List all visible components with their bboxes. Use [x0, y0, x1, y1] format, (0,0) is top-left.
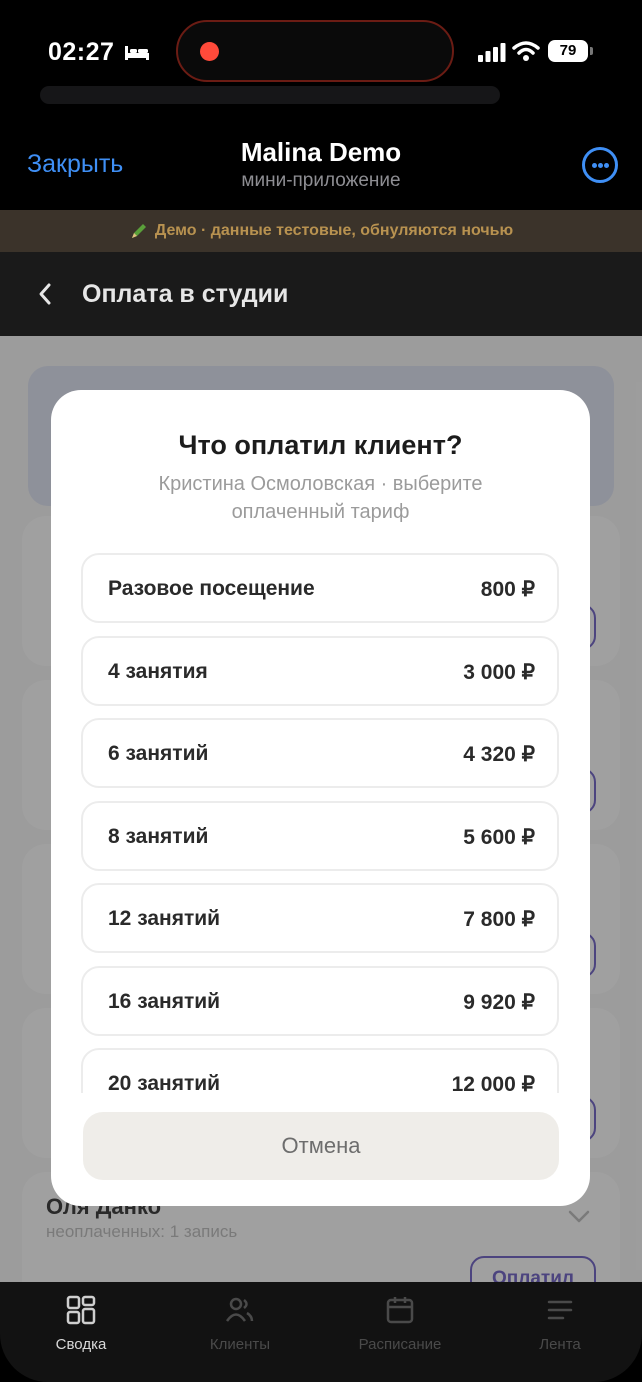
tariff-option[interactable]: 20 занятий 12 000 ₽ — [81, 1048, 559, 1093]
tariff-price: 800 ₽ — [480, 578, 535, 601]
tariff-price: 7 800 ₽ — [463, 908, 535, 931]
tariff-price: 4 320 ₽ — [463, 743, 535, 766]
nav-item-feed[interactable]: Лента — [490, 1294, 630, 1353]
recording-indicator-icon — [200, 42, 219, 61]
back-chevron-icon[interactable] — [36, 282, 54, 306]
nav-label: Клиенты — [209, 1336, 271, 1353]
tariff-name: 6 занятий — [108, 742, 209, 765]
app-title: Malina Demo — [240, 137, 402, 167]
battery-indicator: 79 — [548, 40, 593, 62]
more-dot-icon — [592, 163, 597, 168]
more-dot-icon — [598, 163, 603, 168]
page-header: Оплата в студии — [0, 252, 642, 336]
chevron-down-icon[interactable] — [568, 1210, 590, 1224]
sleep-mode-icon — [125, 46, 149, 60]
tariff-price: 9 920 ₽ — [463, 990, 535, 1014]
tariff-name: 8 занятий — [108, 824, 209, 848]
modal-title: Что оплатил клиент? — [178, 430, 463, 460]
tariff-option[interactable]: 4 занятия 3 000 ₽ — [81, 635, 559, 706]
demo-banner-text: Демо · данные тестовые, обнуляются ночью — [154, 222, 514, 239]
demo-banner: Демо · данные тестовые, обнуляются ночью — [0, 210, 642, 252]
nav-label: Сводка — [55, 1336, 107, 1353]
feed-icon — [547, 1300, 573, 1320]
tariff-picker-modal: Что оплатил клиент? Кристина Осмоловская… — [51, 390, 590, 1206]
tariff-option[interactable]: Разовое посещение 800 ₽ — [81, 553, 559, 623]
status-time: 02:27 — [48, 38, 115, 66]
dashboard-icon — [66, 1295, 96, 1325]
cancel-button[interactable]: Отмена — [83, 1112, 559, 1180]
tariff-name: 4 занятия — [108, 659, 208, 683]
calendar-icon — [386, 1297, 414, 1324]
page-title: Оплата в студии — [82, 280, 289, 308]
tariff-name: Разовое посещение — [108, 577, 315, 600]
tariff-name: 20 занятий — [108, 1072, 221, 1093]
nav-item-schedule[interactable]: Расписание — [330, 1294, 470, 1353]
tariff-price: 12 000 ₽ — [451, 1073, 535, 1093]
nav-item-clients[interactable]: Клиенты — [170, 1294, 310, 1353]
tariff-name: 16 занятий — [108, 989, 221, 1013]
tariff-option[interactable]: 6 занятий 4 320 ₽ — [81, 718, 559, 788]
pencil-icon — [131, 224, 146, 238]
nav-item-dashboard[interactable]: Сводка — [11, 1294, 151, 1353]
miniapp-header: Закрыть Malina Demo мини-приложение — [0, 110, 642, 210]
clients-icon — [225, 1297, 254, 1322]
tariff-option[interactable]: 8 занятий 5 600 ₽ — [81, 800, 559, 871]
bottom-navigation: Сводка Клиенты Расписание Лента — [0, 1282, 642, 1382]
tariff-option[interactable]: 16 занятий 9 920 ₽ — [81, 965, 559, 1036]
tariff-price: 5 600 ₽ — [463, 825, 535, 849]
wifi-icon — [512, 41, 540, 61]
tariff-option[interactable]: 12 занятий 7 800 ₽ — [81, 883, 559, 953]
tariff-price: 3 000 ₽ — [463, 660, 535, 684]
background-client-subtitle: неоплаченных: 1 запись — [46, 1222, 238, 1241]
more-options-button[interactable] — [582, 147, 618, 183]
tariff-list[interactable]: Разовое посещение 800 ₽ 4 занятия 3 000 ₽ 6 … — [81, 553, 559, 1093]
nav-label: Лента — [539, 1336, 581, 1353]
tariff-name: 12 занятий — [108, 907, 221, 930]
more-dot-icon — [604, 163, 609, 168]
status-divider — [40, 86, 500, 104]
cellular-signal-icon — [478, 43, 506, 62]
status-bar: 02:27 79 — [0, 0, 642, 104]
modal-subtitle: Кристина Осмоловская · выберите оплаченн… — [158, 473, 483, 523]
dynamic-island — [176, 20, 454, 82]
phone-screen: 02:27 79 Закрыть Malina Demo мини-прилож… — [0, 0, 642, 1382]
app-subtitle: мини-приложение — [241, 170, 401, 191]
nav-label: Расписание — [358, 1336, 442, 1353]
